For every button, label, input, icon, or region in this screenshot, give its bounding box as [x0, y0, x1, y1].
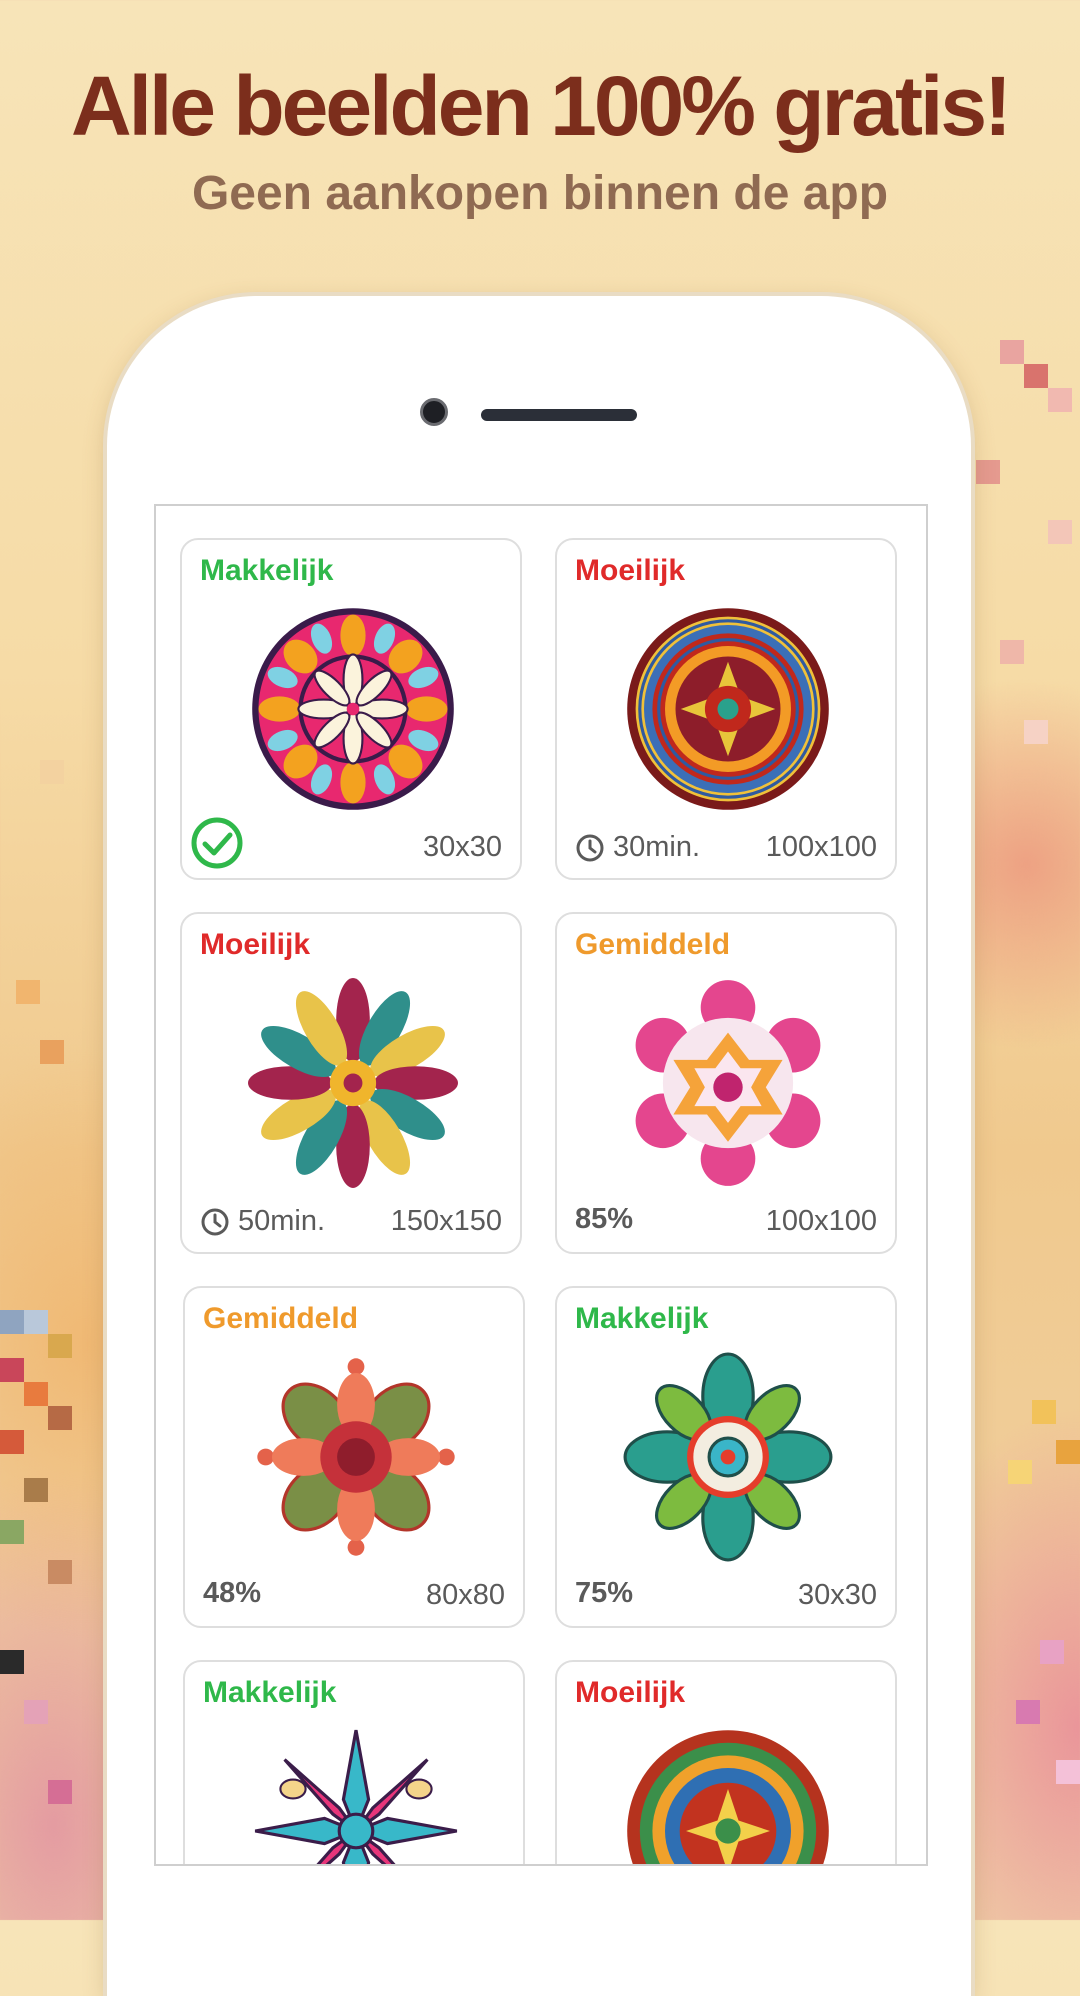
mandala-thumbnail — [254, 1729, 458, 1864]
grid-size: 100x100 — [765, 1205, 877, 1237]
mandala-thumbnail — [627, 608, 829, 810]
phone-mockup: Makkelijk 30x30 Moeilijk 30min. 100x100 … — [107, 296, 971, 1996]
progress-percent: 85% — [575, 1203, 634, 1235]
artwork-card[interactable]: Makkelijk — [180, 538, 522, 880]
difficulty-label: Moeilijk — [575, 1676, 686, 1709]
mandala-thumbnail — [248, 978, 458, 1188]
grid-size: 30x30 — [797, 1579, 877, 1611]
grid-size: 30x30 — [422, 831, 502, 863]
artwork-card[interactable]: Moeilijk — [180, 912, 522, 1254]
mandala-thumbnail — [257, 1358, 455, 1556]
artwork-card[interactable]: Gemiddeld 85% 100x100 — [555, 912, 897, 1254]
subline: Geen aankopen binnen de app — [191, 167, 889, 220]
grid-size: 80x80 — [425, 1579, 505, 1611]
time-label: 30min. — [613, 831, 701, 863]
difficulty-label: Gemiddeld — [575, 928, 731, 961]
mandala-thumbnail — [635, 980, 821, 1186]
mandala-thumbnail — [627, 1730, 829, 1864]
time-label: 50min. — [238, 1205, 326, 1237]
difficulty-label: Moeilijk — [200, 928, 311, 961]
clock-icon — [576, 834, 604, 861]
headline: Alle beelden 100% gratis! — [70, 59, 1012, 153]
camera-icon — [420, 398, 448, 426]
speaker-grille — [481, 409, 637, 421]
difficulty-label: Makkelijk — [200, 554, 334, 587]
progress-percent: 75% — [575, 1577, 634, 1609]
difficulty-label: Gemiddeld — [203, 1302, 359, 1335]
check-circle-icon — [191, 817, 243, 869]
time-estimate: 30min. — [575, 831, 700, 864]
progress-percent: 48% — [203, 1577, 262, 1609]
time-estimate: 50min. — [200, 1205, 325, 1238]
clock-icon — [201, 1208, 229, 1235]
mandala-thumbnail — [623, 1352, 833, 1562]
mandala-thumbnail — [252, 608, 454, 810]
artwork-card[interactable]: Makkelijk — [183, 1660, 525, 1864]
grid-size: 150x150 — [390, 1205, 502, 1237]
artwork-card[interactable]: Gemiddeld 48% 80x80 — [183, 1286, 525, 1628]
artwork-grid: Makkelijk 30x30 Moeilijk 30min. 100x100 … — [154, 504, 928, 1866]
artwork-card[interactable]: Moeilijk 30min. 100x100 — [555, 538, 897, 880]
difficulty-label: Makkelijk — [575, 1302, 709, 1335]
artwork-card[interactable]: Makkelijk 75% 30x30 — [555, 1286, 897, 1628]
difficulty-label: Moeilijk — [575, 554, 686, 587]
grid-size: 100x100 — [765, 831, 877, 863]
artwork-card[interactable]: Moeilijk — [555, 1660, 897, 1864]
difficulty-label: Makkelijk — [203, 1676, 337, 1709]
